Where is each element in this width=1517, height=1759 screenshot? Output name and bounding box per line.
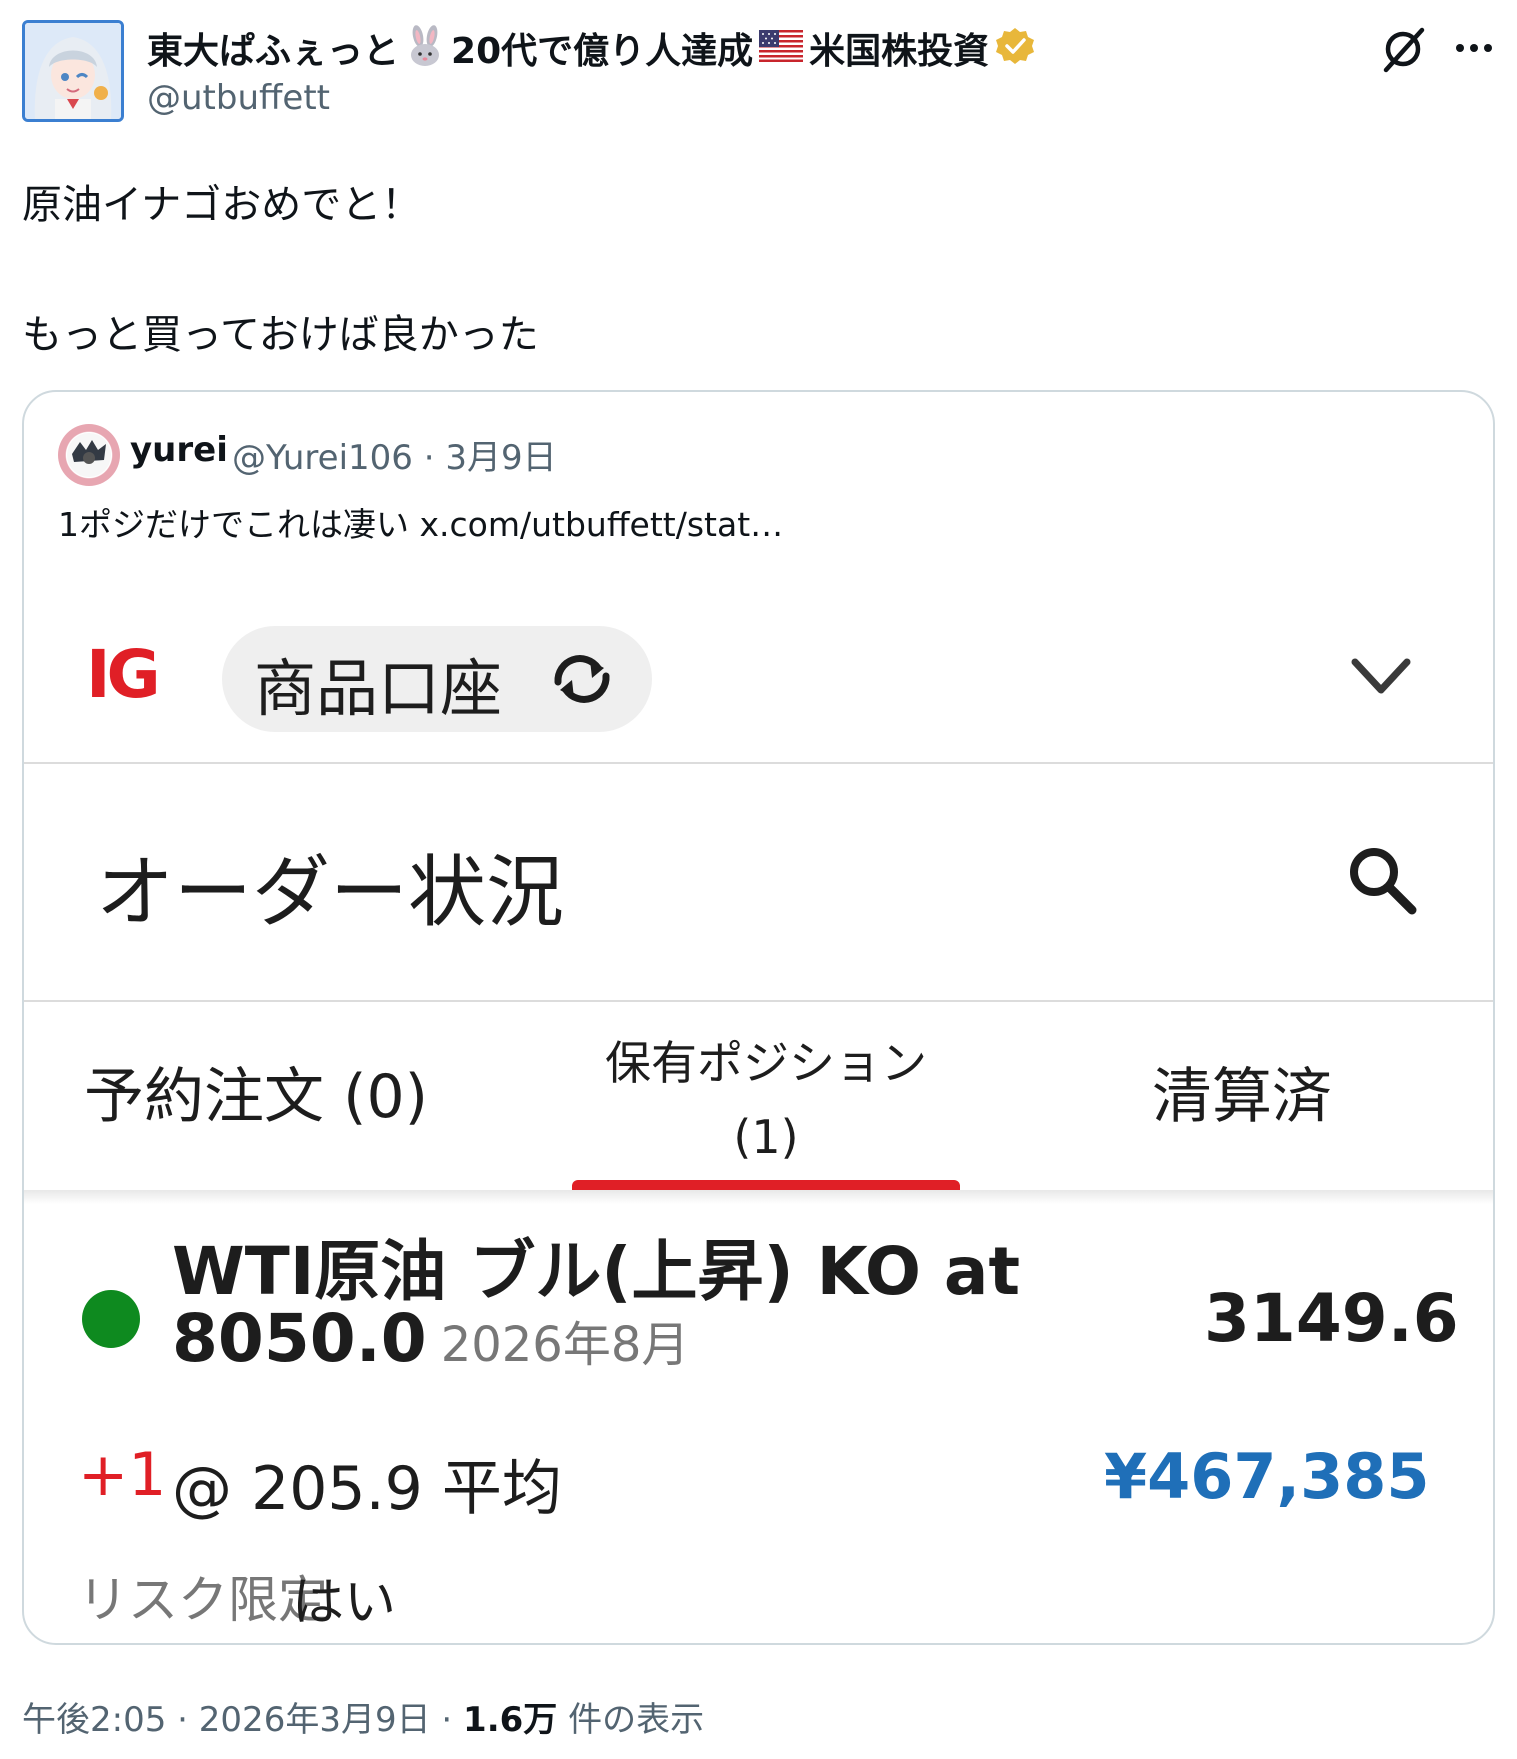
app-divider	[24, 762, 1493, 764]
position-expiry: 2026年8月	[440, 1317, 690, 1373]
author-name-row[interactable]: 東大ぱふぇっと 20代で億り人達成 米国株投資	[147, 24, 1035, 72]
switch-account-icon[interactable]	[544, 646, 620, 712]
app-divider	[24, 1000, 1493, 1002]
post-time[interactable]: 午後2:05	[22, 1700, 166, 1740]
more-options-icon[interactable]	[1452, 28, 1496, 68]
position-name-line2[interactable]: 8050.0 2026年8月	[172, 1300, 689, 1377]
knockout-level: 8050.0	[172, 1300, 427, 1377]
post-date[interactable]: 2026年3月9日	[199, 1700, 431, 1740]
order-status-title: オーダー状況	[96, 848, 565, 938]
quote-author-meta[interactable]: @Yurei106 · 3月9日	[232, 430, 557, 479]
chevron-down-icon[interactable]	[1349, 654, 1413, 698]
author-display-name[interactable]: 東大ぱふぇっと	[147, 22, 399, 74]
position-profit-loss: ¥467,385	[1104, 1440, 1430, 1513]
post-text-line1: 原油イナゴおめでと！	[22, 182, 422, 228]
tab-closed[interactable]: 清算済	[1152, 1048, 1332, 1135]
position-size: +1	[78, 1440, 167, 1510]
quoted-post-card[interactable]: yurei @Yurei106 · 3月9日 1ポジだけでこれは凄い x.com…	[22, 390, 1495, 1645]
limited-risk-label: リスク限定	[78, 1571, 328, 1629]
author-display-name-part3[interactable]: 米国株投資	[809, 22, 989, 74]
avatar-illustration	[25, 23, 121, 119]
tab-open-positions-label: 保有ポジション	[605, 1036, 927, 1090]
verified-badge-icon[interactable]	[995, 26, 1035, 70]
meta-separator: ·	[441, 1700, 464, 1740]
tab-open-positions[interactable]: 保有ポジション (1)	[572, 1026, 960, 1174]
us-flag-emoji-icon	[759, 30, 804, 66]
post-metadata: 午後2:05 · 2026年3月9日 · 1.6万 件の表示	[22, 1692, 704, 1741]
quote-author-name[interactable]: yurei	[130, 430, 228, 470]
limited-risk-value: はい	[292, 1573, 397, 1633]
author-handle[interactable]: @utbuffett	[147, 78, 330, 118]
position-status-dot	[82, 1290, 140, 1348]
meta-separator: ·	[177, 1700, 199, 1740]
tab-bar-shadow	[24, 1190, 1493, 1204]
quote-author-avatar[interactable]	[58, 424, 120, 486]
ig-logo: IG	[86, 636, 161, 713]
tab-open-positions-count: (1)	[733, 1110, 799, 1164]
position-current-price: 3149.6	[1204, 1280, 1459, 1357]
view-count: 1.6万	[463, 1700, 558, 1740]
position-average-price: @ 205.9 平均	[172, 1454, 562, 1524]
tab-pending-orders[interactable]: 予約注文 (0)	[84, 1048, 428, 1135]
rabbit-emoji-icon	[405, 25, 445, 71]
view-count-suffix: 件の表示	[568, 1700, 705, 1740]
post-text-line2: もっと買っておけば良かった	[22, 312, 539, 358]
grok-icon[interactable]	[1378, 24, 1428, 74]
search-icon[interactable]	[1342, 840, 1422, 920]
author-avatar[interactable]	[22, 20, 124, 122]
author-display-name-part2[interactable]: 20代で億り人達成	[451, 22, 753, 74]
quote-text: 1ポジだけでこれは凄い x.com/utbuffett/stat…	[58, 505, 784, 544]
account-label: 商品口座	[254, 652, 503, 725]
